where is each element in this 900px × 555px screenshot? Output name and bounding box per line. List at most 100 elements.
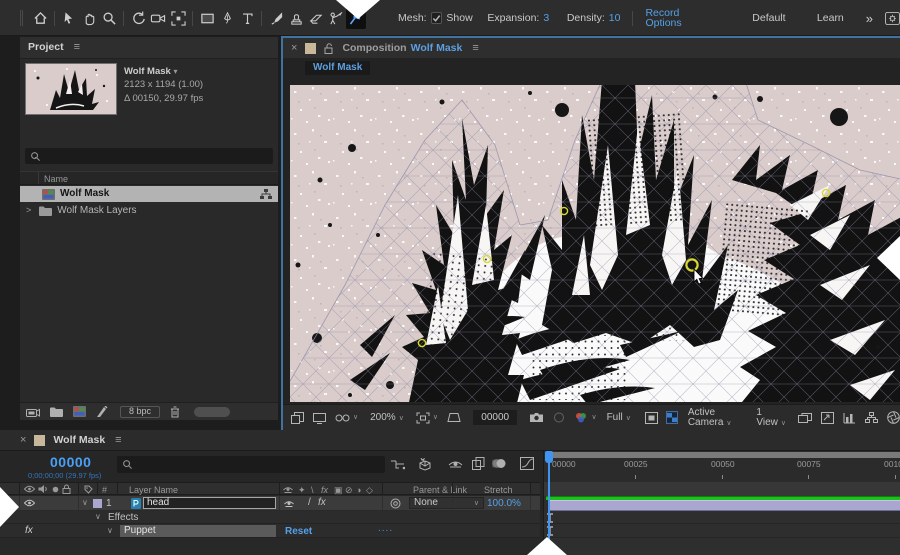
layer-quality-toggle[interactable]: / <box>308 498 311 508</box>
layer-shy-toggle[interactable] <box>284 499 294 508</box>
current-timecode[interactable]: 00000 <box>50 455 91 469</box>
bpc-button[interactable]: 8 bpc <box>120 406 160 418</box>
puppet-expand-chevron[interactable]: ∨ <box>107 527 113 535</box>
effects-expand-chevron[interactable]: ∨ <box>95 513 101 521</box>
pixel-aspect-icon[interactable] <box>821 412 834 424</box>
layer-label-color-chip[interactable] <box>93 499 102 508</box>
project-row-wolf-mask-layers[interactable]: > Wolf Mask Layers <box>20 203 278 218</box>
selection-tool-button[interactable] <box>59 7 79 29</box>
frame-blending-icon[interactable] <box>472 457 485 470</box>
puppet-effect-name[interactable]: Puppet <box>120 525 276 537</box>
pickwhip-icon[interactable] <box>390 498 401 509</box>
timeline-track-area[interactable] <box>543 482 900 555</box>
snapshot-layers-icon[interactable] <box>291 412 304 424</box>
effect-fx-badge[interactable]: fx <box>25 526 33 536</box>
corner-pin-icon[interactable] <box>447 412 461 423</box>
workspace-overflow-button[interactable]: » <box>866 12 873 25</box>
project-search-input[interactable] <box>25 148 273 164</box>
workspace-settings-button[interactable] <box>885 12 900 25</box>
home-tool-button[interactable] <box>30 7 50 29</box>
transparency-grid-icon[interactable] <box>666 411 678 424</box>
project-tab[interactable]: Project <box>28 42 64 53</box>
eye-toggle[interactable] <box>24 499 35 507</box>
composition-breadcrumb[interactable]: Wolf Mask <box>305 61 370 75</box>
close-panel-icon[interactable]: × <box>20 435 26 446</box>
brush-tool-button[interactable] <box>266 7 286 29</box>
trash-icon[interactable] <box>170 406 180 418</box>
layer-expand-chevron[interactable]: ∨ <box>82 499 88 507</box>
camera-select[interactable]: Active Camera∨ <box>688 408 745 428</box>
type-tool-button[interactable] <box>237 7 257 29</box>
channel-icon[interactable]: ∨ <box>574 412 596 423</box>
monitor-icon[interactable] <box>313 412 326 424</box>
effects-group-row[interactable]: ∨ Effects <box>0 511 540 524</box>
motion-blur-icon[interactable] <box>492 458 506 469</box>
project-name-column-header[interactable]: Name <box>44 175 68 184</box>
pan-behind-tool-button[interactable] <box>168 7 188 29</box>
shutter-icon[interactable] <box>887 411 900 424</box>
new-composition-icon[interactable] <box>73 406 86 417</box>
project-panel-menu-icon[interactable]: ≡ <box>74 42 80 53</box>
resolution-select[interactable]: Full∨ <box>607 413 631 423</box>
expand-caret[interactable]: > <box>26 206 31 215</box>
composition-tab-name[interactable]: Wolf Mask <box>411 43 463 54</box>
workspace-default-tab[interactable]: Default <box>752 13 785 24</box>
expansion-value[interactable]: 3 <box>543 13 549 24</box>
shy-layers-icon[interactable] <box>448 458 463 470</box>
share-view-icon[interactable] <box>798 413 812 423</box>
parent-link-column-header[interactable]: Parent & Link <box>413 486 467 495</box>
hand-tool-button[interactable] <box>79 7 99 29</box>
puppet-effect-row[interactable]: fx ∨ Puppet Reset .... <box>0 524 540 538</box>
timeline-graph-icon[interactable] <box>843 412 856 424</box>
composition-mini-flowchart-icon[interactable] <box>390 459 405 470</box>
flowchart-view-icon[interactable] <box>865 412 878 423</box>
workspace-learn-tab[interactable]: Learn <box>817 13 844 24</box>
rectangle-tool-button[interactable] <box>197 7 217 29</box>
expression-dots[interactable]: .... <box>378 524 393 534</box>
view-layout-select[interactable]: 1 View∨ <box>756 408 786 428</box>
frame-counter-field[interactable]: 00000 <box>473 410 518 425</box>
rotation-tool-button[interactable] <box>128 7 148 29</box>
lock-icon[interactable] <box>324 43 334 54</box>
timeline-panel-menu-icon[interactable]: ≡ <box>115 435 121 446</box>
project-item-title[interactable]: Wolf Mask <box>124 66 171 77</box>
zoom-level-select[interactable]: 200%∨ <box>370 413 404 423</box>
layer-fx-toggle[interactable]: fx <box>318 498 326 508</box>
close-panel-icon[interactable]: × <box>291 43 297 54</box>
new-folder-icon[interactable] <box>50 407 63 417</box>
project-item-thumbnail[interactable] <box>25 63 117 115</box>
record-options-button[interactable]: Record Options <box>645 8 717 29</box>
snapshot-camera-icon[interactable] <box>529 412 544 423</box>
graph-editor-icon[interactable] <box>520 457 534 470</box>
camera-tool-button[interactable] <box>148 7 168 29</box>
goggles-icon[interactable]: ∨ <box>335 413 358 423</box>
mesh-show-checkbox[interactable] <box>431 12 443 24</box>
layer-duration-bar[interactable] <box>549 500 900 511</box>
project-item-caret[interactable]: ▾ <box>173 67 177 76</box>
stretch-value[interactable]: 100.0% <box>487 499 521 509</box>
time-ruler[interactable]: 00000 00025 00050 00075 00100 <box>543 451 900 482</box>
layer-name-edit-field[interactable]: head <box>143 497 276 509</box>
clone-stamp-tool-button[interactable] <box>286 7 306 29</box>
adjustment-icon[interactable] <box>96 406 108 418</box>
pen-tool-button[interactable] <box>217 7 237 29</box>
eraser-tool-button[interactable] <box>306 7 326 29</box>
project-row-wolf-mask[interactable]: Wolf Mask <box>20 186 278 202</box>
timeline-search-input[interactable] <box>117 456 385 473</box>
puppet-reset-button[interactable]: Reset <box>285 527 312 537</box>
playhead-handle[interactable] <box>545 451 553 463</box>
layer-row-head[interactable]: ∨ 1 head / fx None∨ 100.0% <box>0 496 540 511</box>
index-column-header[interactable]: # <box>102 486 107 495</box>
work-area-bar[interactable] <box>546 452 900 458</box>
layer-name-column-header[interactable]: Layer Name <box>129 486 178 495</box>
effects-group-label[interactable]: Effects <box>108 513 138 523</box>
draft-3d-icon[interactable] <box>418 458 433 471</box>
interpret-footage-icon[interactable] <box>26 407 40 417</box>
stretch-column-header[interactable]: Stretch <box>484 486 513 495</box>
composition-panel-menu-icon[interactable]: ≡ <box>472 43 478 54</box>
project-scrollbar-thumb[interactable] <box>194 407 230 417</box>
parent-select[interactable]: None∨ <box>409 497 484 509</box>
fast-previews-icon[interactable] <box>645 412 658 424</box>
density-value[interactable]: 10 <box>609 13 621 24</box>
composition-viewer-canvas[interactable] <box>290 85 900 402</box>
